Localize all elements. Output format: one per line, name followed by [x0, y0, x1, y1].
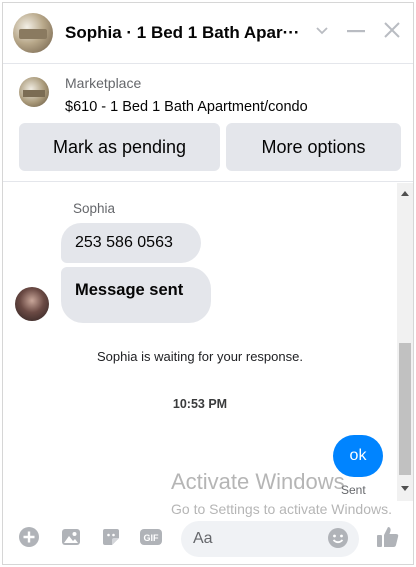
marketplace-label: Marketplace: [65, 75, 142, 91]
scroll-up-icon[interactable]: [401, 191, 409, 196]
avatar[interactable]: [15, 287, 49, 321]
incoming-message[interactable]: 253 586 0563: [61, 223, 201, 263]
svg-text:GIF: GIF: [144, 533, 160, 543]
sender-name: Sophia: [73, 201, 116, 216]
header-divider: [3, 63, 413, 64]
plus-icon[interactable]: [17, 525, 41, 549]
listing-thumbnail[interactable]: [19, 77, 49, 107]
conversation-title[interactable]: Sophia · 1 Bed 1 Bath Apar···: [65, 23, 301, 43]
mark-as-pending-button[interactable]: Mark as pending: [19, 123, 220, 171]
message-list[interactable]: Sophia 253 586 0563 Message sent Sophia …: [3, 183, 397, 501]
message-timestamp: 10:53 PM: [172, 397, 228, 411]
incoming-message[interactable]: Message sent: [61, 267, 211, 323]
header-actions: [315, 21, 401, 43]
chevron-down-icon[interactable]: [315, 22, 329, 42]
minimize-icon[interactable]: [347, 22, 365, 42]
emoji-icon[interactable]: [327, 527, 349, 549]
scrollbar[interactable]: [397, 183, 413, 501]
sticker-icon[interactable]: [99, 525, 123, 549]
avatar[interactable]: [13, 13, 53, 53]
watermark-title: Activate Windows: [171, 469, 345, 494]
scroll-down-icon[interactable]: [401, 486, 409, 491]
sent-status: Sent: [341, 483, 366, 497]
scroll-thumb[interactable]: [399, 343, 411, 475]
message-composer: GIF: [3, 515, 413, 563]
marketplace-card: Marketplace $610 - 1 Bed 1 Bath Apartmen…: [3, 67, 413, 179]
card-divider: [3, 181, 413, 182]
close-icon[interactable]: [383, 21, 401, 43]
listing-title[interactable]: $610 - 1 Bed 1 Bath Apartment/condo: [65, 99, 308, 115]
image-icon[interactable]: [59, 525, 83, 549]
more-options-button[interactable]: More options: [226, 123, 401, 171]
like-icon[interactable]: [375, 524, 401, 550]
system-message: Sophia is waiting for your response.: [97, 349, 303, 364]
gif-icon[interactable]: GIF: [139, 525, 163, 549]
chat-window: Sophia · 1 Bed 1 Bath Apar··· Marketplac…: [2, 2, 414, 565]
chat-header[interactable]: Sophia · 1 Bed 1 Bath Apar···: [3, 3, 413, 63]
